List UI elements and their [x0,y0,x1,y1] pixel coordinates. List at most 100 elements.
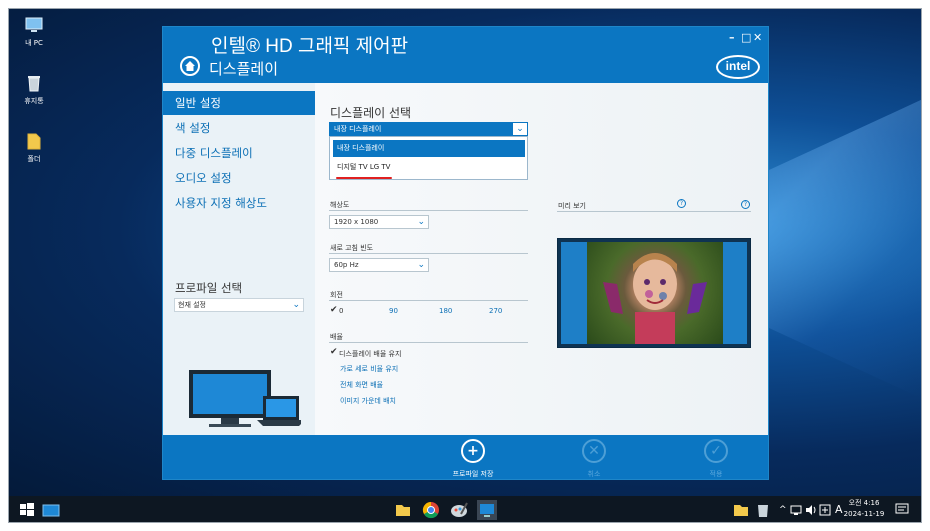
file-explorer-icon[interactable] [393,500,413,520]
scaling-option-full-screen[interactable]: 전체 화면 배율 [340,380,383,390]
divider [329,253,528,254]
divider [557,211,751,212]
display-devices-illustration [189,370,301,427]
home-button[interactable] [180,56,200,76]
page-subtitle: 디스플레이 [209,60,279,78]
tray-folder-icon[interactable] [731,500,751,520]
clock-date: 2024-11-19 [843,510,885,518]
chevron-down-icon: ⌄ [292,300,300,310]
network-icon[interactable] [790,504,802,516]
display-option-lg-tv[interactable]: 디지털 TV LG TV [333,159,525,176]
divider [329,342,528,343]
resolution-value: 1920 x 1080 [334,218,379,226]
close-button[interactable]: ✕ [753,31,762,44]
help-icon[interactable]: ? [677,199,686,208]
scaling-label: 배율 [330,333,343,341]
apply-label: 적용 [709,470,723,478]
restore-button[interactable]: □ [741,31,751,44]
display-select-value: 내장 디스플레이 [334,125,382,133]
display-dropdown-list: 내장 디스플레이 디지털 TV LG TV [329,136,528,180]
preview-photo-child [603,253,707,344]
scaling-option-center-image[interactable]: 이미지 가운데 배치 [340,396,396,406]
system-clock[interactable]: 오전 4:16 2024-11-19 [839,498,889,520]
chevron-down-icon: ⌄ [513,123,527,135]
ime-mode-icon[interactable] [819,504,831,516]
folder-icon [27,133,41,150]
sidebar-item-multi-display[interactable]: 다중 디스플레이 [163,141,315,165]
paint-icon[interactable] [449,500,469,520]
rotation-option-0[interactable]: 0 [339,307,343,315]
desktop-icon-folder[interactable]: 폴더 [13,131,55,164]
cancel-button[interactable]: ✕ 취소 [559,439,629,479]
desktop-icon-label: 휴지통 [24,97,44,105]
rotation-label: 회전 [330,291,343,299]
chrome-icon[interactable] [421,500,441,520]
desktop-icon-recycle-bin[interactable]: 휴지통 [13,73,55,106]
main-content: 디스플레이 선택 내장 디스플레이 ⌄ 내장 디스플레이 디지털 TV LG T… [315,83,768,435]
desktop: 내 PC 휴지통 폴더 인텔® HD 그래픽 제어판 디스플레이 – □ ✕ i… [9,9,921,496]
desktop-icon-my-pc[interactable]: 내 PC [13,15,55,48]
desktop-icon-label: 폴더 [27,155,41,163]
display-option-builtin[interactable]: 내장 디스플레이 [333,140,525,157]
home-icon [185,61,195,71]
volume-icon[interactable] [805,504,817,516]
resolution-label: 해상도 [330,201,350,209]
refresh-rate-label: 새로 고침 빈도 [330,244,374,252]
profile-select[interactable]: 현재 설정 ⌄ [174,298,304,312]
display-select-label: 디스플레이 선택 [330,106,412,120]
scaling-option-aspect-ratio[interactable]: 가로 세로 비율 유지 [340,364,398,374]
action-bar: + 프로파일 저장 ✕ 취소 ✓ 적용 [163,435,768,479]
help-icon[interactable]: ? [741,200,750,209]
sidebar-item-custom-resolution[interactable]: 사용자 지정 해상도 [163,191,315,215]
refresh-rate-value: 60p Hz [334,261,359,269]
intel-graphics-taskbar-icon[interactable] [477,500,497,520]
scaling-checkmark-icon: ✔ [330,347,338,357]
check-circle-icon: ✓ [704,439,728,463]
recycle-bin-icon [28,76,40,92]
rotation-option-180[interactable]: 180 [439,307,452,315]
chevron-down-icon: ⌄ [417,217,425,227]
preview-monitor [557,238,751,348]
cancel-label: 취소 [587,470,601,478]
divider [329,300,528,301]
preview-label: 미리 보기 [558,202,586,210]
rotation-option-90[interactable]: 90 [389,307,398,315]
rotation-checkmark-icon: ✔ [330,305,338,315]
preview-image [587,242,723,344]
sidebar-item-general[interactable]: 일반 설정 [163,91,315,115]
refresh-rate-select[interactable]: 60p Hz ⌄ [329,258,429,272]
save-profile-label: 프로파일 저장 [452,470,494,478]
windows-start-icon[interactable] [17,500,37,520]
sidebar: 일반 설정 색 설정 다중 디스플레이 오디오 설정 사용자 지정 해상도 프로… [163,83,315,435]
clock-time: 오전 4:16 [848,499,880,507]
notification-center-icon[interactable] [895,502,909,516]
preview-screen [561,242,747,344]
sidebar-item-color[interactable]: 색 설정 [163,116,315,140]
display-select[interactable]: 내장 디스플레이 ⌄ [329,122,528,136]
minimize-button[interactable]: – [729,31,735,44]
save-profile-button[interactable]: + 프로파일 저장 [438,439,508,479]
intel-graphics-window: 인텔® HD 그래픽 제어판 디스플레이 – □ ✕ intel 일반 설정 색… [162,26,769,480]
profile-select-label: 프로파일 선택 [175,281,243,295]
taskbar: ^ A 오전 4:16 2024-11-19 [9,496,921,522]
red-underline-annotation [336,177,392,179]
screen-frame: 내 PC 휴지통 폴더 인텔® HD 그래픽 제어판 디스플레이 – □ ✕ i… [8,8,922,523]
divider [329,210,528,211]
desktop-icon-label: 내 PC [25,39,43,47]
chevron-up-icon[interactable]: ^ [779,496,787,522]
task-view-icon[interactable] [41,500,61,520]
chevron-down-icon: ⌄ [417,260,425,270]
sidebar-item-audio[interactable]: 오디오 설정 [163,166,315,190]
plus-icon: + [461,439,485,463]
computer-icon [25,17,43,32]
title-bar: 인텔® HD 그래픽 제어판 디스플레이 – □ ✕ intel [163,27,768,83]
apply-button[interactable]: ✓ 적용 [681,439,751,479]
intel-logo: intel [716,55,760,79]
rotation-option-270[interactable]: 270 [489,307,502,315]
window-title: 인텔® HD 그래픽 제어판 [211,36,409,57]
close-circle-icon: ✕ [582,439,606,463]
resolution-select[interactable]: 1920 x 1080 ⌄ [329,215,429,229]
scaling-option-maintain-display[interactable]: 디스플레이 배율 유지 [339,349,401,359]
profile-select-value: 현재 설정 [178,301,206,309]
tray-recycle-bin-icon[interactable] [753,500,773,520]
